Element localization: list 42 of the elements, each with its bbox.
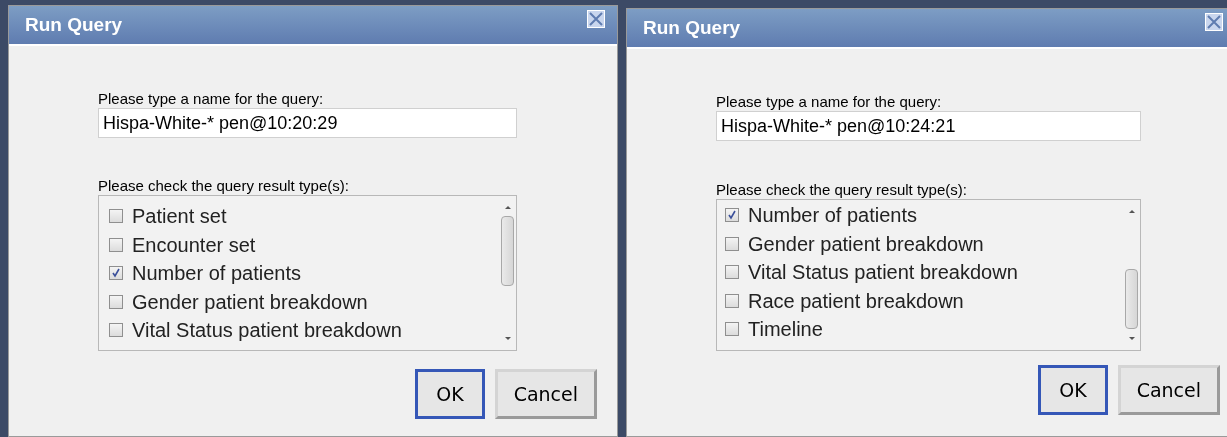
- checkbox[interactable]: [725, 293, 739, 308]
- result-type-label[interactable]: Encounter set: [132, 229, 256, 260]
- result-type-label[interactable]: Number of patients: [132, 258, 301, 289]
- result-type-label[interactable]: Gender patient breakdown: [132, 286, 368, 317]
- result-type-label[interactable]: Vital Status patient breakdown: [748, 257, 1018, 288]
- ok-button[interactable]: OK: [1038, 365, 1108, 415]
- scroll-thumb[interactable]: [501, 216, 514, 286]
- scroll-down-icon[interactable]: [1127, 336, 1136, 342]
- field-label: Please type a name for the query:: [98, 90, 325, 108]
- result-type-label[interactable]: Gender patient breakdown: [748, 228, 984, 259]
- scroll-up-icon[interactable]: [1127, 208, 1136, 214]
- checkbox[interactable]: [109, 323, 123, 338]
- checkbox[interactable]: [725, 265, 739, 280]
- query-name-field[interactable]: Hispa-White-* pen@10:20:29: [98, 108, 517, 138]
- checkbox[interactable]: [109, 237, 123, 252]
- dialog-title: Run Query: [24, 12, 123, 37]
- check-icon: [111, 268, 121, 279]
- cancel-button[interactable]: Cancel: [494, 369, 597, 419]
- field-label: Please type a name for the query:: [716, 93, 943, 111]
- ok-button[interactable]: OK: [415, 369, 485, 419]
- checkbox[interactable]: [109, 294, 123, 309]
- result-type-label[interactable]: Number of patients: [748, 200, 917, 231]
- result-type-label[interactable]: Race patient breakdown: [748, 285, 964, 316]
- checkbox[interactable]: [109, 266, 123, 281]
- checkbox[interactable]: [725, 208, 739, 223]
- scroll-up-icon[interactable]: [503, 204, 512, 210]
- scroll-thumb[interactable]: [1125, 269, 1138, 329]
- field-label: Please check the query result type(s):: [716, 181, 968, 199]
- result-type-label[interactable]: Vital Status patient breakdown: [132, 315, 402, 346]
- result-type-label[interactable]: Timeline: [748, 314, 823, 345]
- cancel-button[interactable]: Cancel: [1117, 365, 1220, 415]
- check-icon: [727, 210, 737, 221]
- checkbox[interactable]: [725, 322, 739, 337]
- query-name-field[interactable]: Hispa-White-* pen@10:24:21: [716, 111, 1141, 141]
- result-type-label[interactable]: Patient set: [132, 201, 227, 232]
- close-icon[interactable]: [587, 10, 605, 28]
- dialog-title: Run Query: [642, 15, 741, 40]
- checkbox[interactable]: [109, 209, 123, 224]
- checkbox[interactable]: [725, 236, 739, 251]
- field-label: Please check the query result type(s):: [98, 177, 350, 195]
- close-icon[interactable]: [1205, 13, 1223, 31]
- scroll-down-icon[interactable]: [503, 336, 512, 342]
